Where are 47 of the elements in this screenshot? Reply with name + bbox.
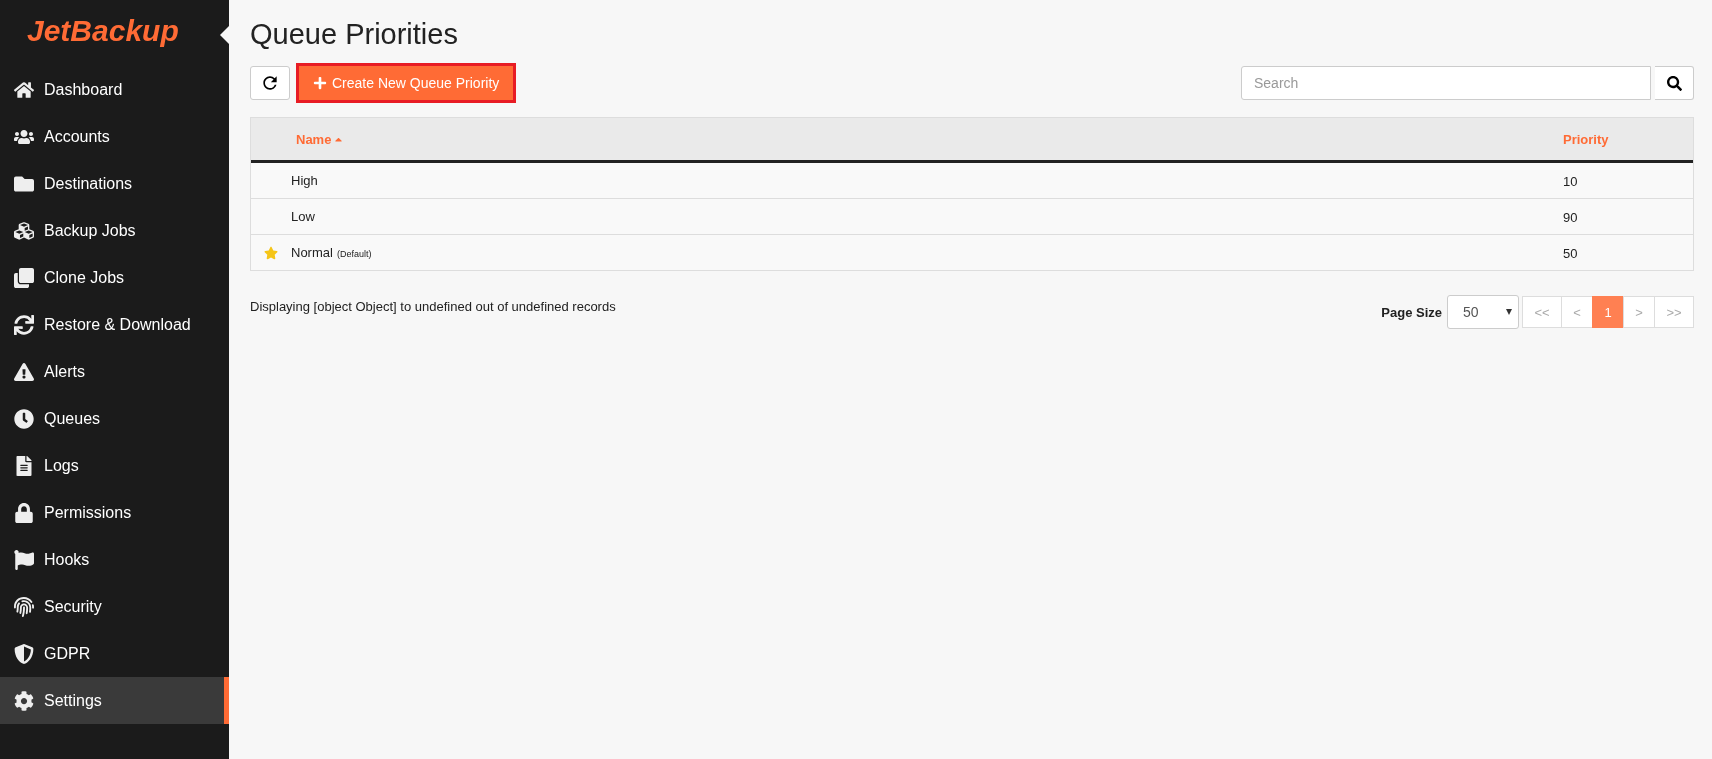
refresh-button[interactable] [250, 66, 290, 100]
page-size-select[interactable]: 50 [1447, 295, 1519, 329]
table-cell: 10 [1563, 173, 1578, 189]
plus-icon [313, 76, 327, 90]
document-icon [14, 455, 34, 476]
sidebar-item[interactable]: Hooks [0, 536, 229, 583]
flag-icon [14, 549, 34, 570]
sidebar-item[interactable]: Destinations [0, 160, 229, 207]
table-cell: 90 [1563, 209, 1578, 225]
page-title: Queue Priorities [250, 18, 458, 51]
table-cell: Normal [291, 245, 333, 260]
logo: JetBackup [27, 14, 179, 49]
sidebar-item[interactable]: Queues [0, 395, 229, 442]
search-field[interactable]: Search [1241, 66, 1651, 100]
dropdown-caret-icon [1506, 309, 1512, 315]
home-icon [14, 79, 34, 100]
sidebar-item[interactable]: GDPR [0, 630, 229, 677]
refresh-icon [260, 73, 280, 93]
sync-icon [14, 314, 34, 335]
warning-icon [14, 361, 34, 382]
fingerprint-icon [14, 596, 34, 617]
collapse-notch-icon[interactable] [220, 26, 229, 44]
sidebar-item[interactable]: Dashboard [0, 66, 229, 113]
table-cell: 50 [1563, 245, 1578, 261]
sidebar-item[interactable]: Alerts [0, 348, 229, 395]
table-cell: Low [291, 209, 315, 224]
default-note: (Default) [336, 249, 372, 259]
search-button[interactable] [1655, 66, 1694, 100]
sidebar-item[interactable]: Accounts [0, 113, 229, 160]
table-cell: High [291, 173, 318, 188]
sidebar-item[interactable]: Logs [0, 442, 229, 489]
sidebar-item[interactable]: Permissions [0, 489, 229, 536]
settings-icon [14, 690, 34, 711]
page-size-label: Page Size [1381, 304, 1442, 320]
search-icon [1666, 75, 1682, 91]
sidebar-item[interactable]: Settings [0, 677, 229, 724]
sidebar-item[interactable]: Backup Jobs [0, 207, 229, 254]
sidebar-item[interactable]: Security [0, 583, 229, 630]
records-summary: Displaying [object Object] to undefined out of undefined records [250, 299, 616, 314]
sidebar-item[interactable]: Clone Jobs [0, 254, 229, 301]
cubes-icon [14, 220, 34, 241]
star-icon [264, 245, 278, 260]
clock-icon [14, 408, 34, 429]
sidebar-item[interactable]: Restore & Download [0, 301, 229, 348]
lock-icon [14, 502, 34, 523]
copy-icon [14, 267, 34, 288]
shield-icon [14, 643, 34, 664]
